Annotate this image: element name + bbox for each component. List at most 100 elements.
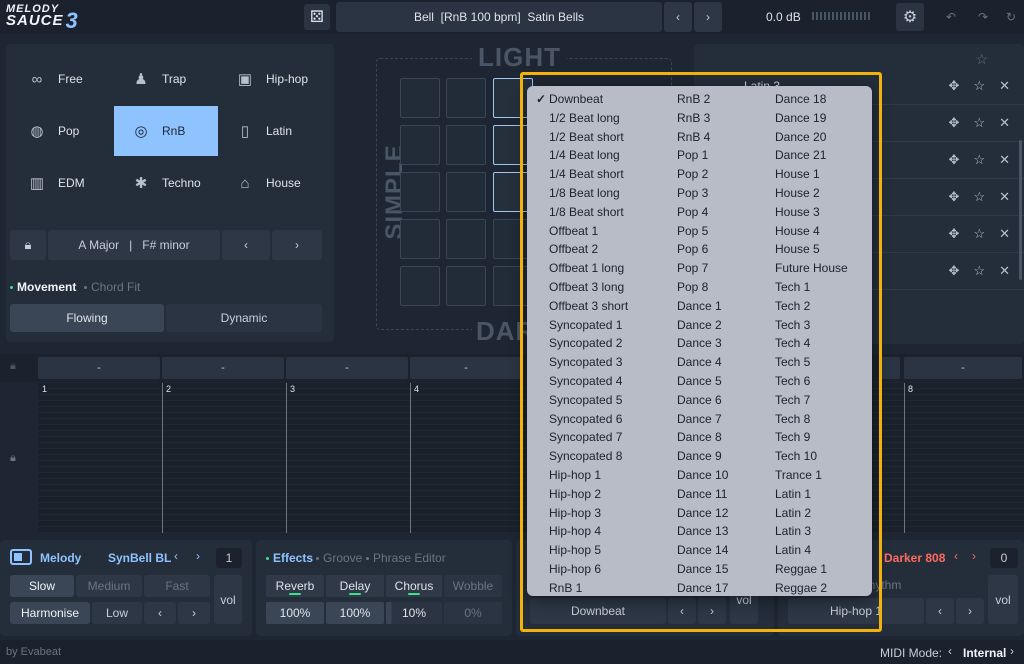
tab-movement[interactable]: Movement <box>10 280 76 294</box>
harmonise-next-button[interactable]: › <box>178 602 210 624</box>
speed-slow-button[interactable]: Slow <box>10 575 74 597</box>
star-icon[interactable]: ☆ <box>975 51 988 68</box>
xy-pad-cell[interactable] <box>400 172 440 212</box>
xy-pad-cell[interactable] <box>446 78 486 118</box>
chord-slot[interactable] <box>880 357 900 379</box>
preset-prev-button[interactable]: ‹ <box>664 2 692 32</box>
xy-pad-cell[interactable] <box>446 125 486 165</box>
genre-house[interactable]: ⌂ House <box>218 158 322 208</box>
star-icon[interactable]: ☆ <box>973 152 985 168</box>
preset-next-button[interactable]: › <box>694 2 722 32</box>
melody-prev-button[interactable]: ‹ <box>174 549 178 563</box>
chord-slot[interactable]: - <box>286 357 408 379</box>
chord-slot[interactable]: - <box>38 357 160 379</box>
star-icon[interactable]: ☆ <box>973 263 985 279</box>
move-icon[interactable]: ✥ <box>949 189 960 205</box>
chord-slot[interactable]: - <box>162 357 284 379</box>
genre-rnb[interactable]: ◎ RnB <box>114 106 218 156</box>
star-icon[interactable]: ☆ <box>973 189 985 205</box>
bass-next-button[interactable]: › <box>972 549 976 563</box>
active-dot <box>266 556 269 560</box>
undo-button[interactable]: ↶ <box>940 5 962 29</box>
genre-hip-hop[interactable]: ▣ Hip-hop <box>218 54 322 104</box>
bass-vol-button[interactable]: vol <box>988 575 1018 624</box>
wobble-value[interactable]: 0% <box>444 602 502 624</box>
bass-rhythm-next-button[interactable]: › <box>956 598 984 624</box>
star-icon[interactable]: ☆ <box>973 115 985 131</box>
midi-mode-value[interactable]: Internal <box>963 646 1006 660</box>
close-icon[interactable]: ✕ <box>999 263 1010 279</box>
genre-latin[interactable]: ▯ Latin <box>218 106 322 156</box>
speed-fast-button[interactable]: Fast <box>144 575 210 597</box>
xy-pad-cell[interactable] <box>446 266 486 306</box>
xy-pad-cell[interactable] <box>446 172 486 212</box>
move-icon[interactable]: ✥ <box>949 263 960 279</box>
key-next-button[interactable]: › <box>272 230 322 260</box>
melody-vol-button[interactable]: vol <box>214 575 242 624</box>
reverb-button[interactable]: Reverb <box>266 575 324 597</box>
redo-button[interactable]: ↷ <box>972 5 994 29</box>
tab-chord-fit[interactable]: Chord Fit <box>84 280 140 294</box>
melody-octave[interactable]: 1 <box>216 548 242 568</box>
tab-phrase-editor[interactable]: Phrase Editor <box>366 551 446 565</box>
bass-instrument[interactable]: Darker 808 <box>884 551 945 565</box>
key-prev-button[interactable]: ‹ <box>222 230 270 260</box>
genre-pop[interactable]: ◍ Pop <box>10 106 114 156</box>
xy-pad-cell[interactable] <box>400 219 440 259</box>
xy-pad-grid[interactable] <box>400 78 533 308</box>
close-icon[interactable]: ✕ <box>999 152 1010 168</box>
midi-next-button[interactable]: › <box>1010 644 1014 658</box>
close-icon[interactable]: ✕ <box>999 78 1010 94</box>
wobble-button[interactable]: Wobble <box>444 575 502 597</box>
close-icon[interactable]: ✕ <box>999 189 1010 205</box>
hood-figure-icon: ♟ <box>134 71 148 88</box>
reverb-value[interactable]: 100% <box>266 602 324 624</box>
xy-pad-cell[interactable] <box>400 78 440 118</box>
genre-trap[interactable]: ♟ Trap <box>114 54 218 104</box>
dynamic-button[interactable]: Dynamic <box>166 304 322 332</box>
key-lock-button[interactable]: 🔒︎ <box>10 230 46 260</box>
preset-display[interactable]: Bell [RnB 100 bpm] Satin Bells <box>336 2 662 32</box>
bass-octave[interactable]: 0 <box>990 548 1018 568</box>
close-icon[interactable]: ✕ <box>999 226 1010 242</box>
harmonise-button[interactable]: Harmonise <box>10 602 90 624</box>
melody-next-button[interactable]: › <box>196 549 200 563</box>
close-icon[interactable]: ✕ <box>999 115 1010 131</box>
piano-roll-lock-icon[interactable]: 🔒︎ <box>10 452 16 465</box>
chorus-button[interactable]: Chorus <box>386 575 442 597</box>
star-icon[interactable]: ☆ <box>973 226 985 242</box>
chord-lock-icon[interactable]: 🔒︎ <box>10 360 16 373</box>
delay-value[interactable]: 100% <box>326 602 384 624</box>
genre-free[interactable]: ∞ Free <box>10 54 114 104</box>
history-button[interactable]: ↻ <box>1000 5 1022 29</box>
genre-techno[interactable]: ✱ Techno <box>114 158 218 208</box>
move-icon[interactable]: ✥ <box>949 226 960 242</box>
xy-pad-cell[interactable] <box>400 125 440 165</box>
bass-rhythm-prev-button[interactable]: ‹ <box>926 598 954 624</box>
delay-button[interactable]: Delay <box>326 575 384 597</box>
star-icon[interactable]: ☆ <box>973 78 985 94</box>
settings-button[interactable]: ⚙ <box>896 3 924 31</box>
melody-toggle[interactable] <box>10 549 32 565</box>
tab-effects[interactable]: Effects <box>266 551 313 565</box>
move-icon[interactable]: ✥ <box>949 78 960 94</box>
harmonise-prev-button[interactable]: ‹ <box>144 602 176 624</box>
flowing-button[interactable]: Flowing <box>10 304 164 332</box>
key-selector[interactable]: A Major | F# minor <box>48 230 220 260</box>
chord-slot[interactable]: - <box>410 357 522 379</box>
chord-slot[interactable]: - <box>904 357 1022 379</box>
genre-edm[interactable]: ▥ EDM <box>10 158 114 208</box>
midi-prev-button[interactable]: ‹ <box>948 644 952 658</box>
xy-pad-cell[interactable] <box>446 219 486 259</box>
playlist-scrollbar[interactable] <box>1019 140 1022 280</box>
melody-instrument[interactable]: SynBell BL <box>108 551 171 565</box>
chorus-value[interactable]: 10% <box>386 602 442 624</box>
xy-pad-cell[interactable] <box>400 266 440 306</box>
tab-groove[interactable]: Groove <box>316 551 362 565</box>
move-icon[interactable]: ✥ <box>949 115 960 131</box>
speed-medium-button[interactable]: Medium <box>76 575 142 597</box>
bass-prev-button[interactable]: ‹ <box>954 549 958 563</box>
harmonise-value[interactable]: Low <box>92 602 142 624</box>
move-icon[interactable]: ✥ <box>949 152 960 168</box>
dice-button[interactable]: ⚄ <box>304 4 330 30</box>
